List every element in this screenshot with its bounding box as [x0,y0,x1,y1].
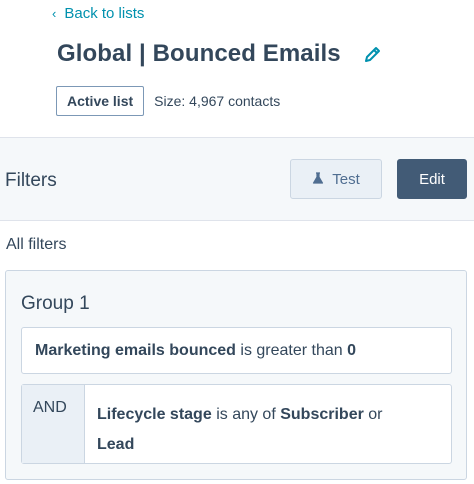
test-button[interactable]: Test [290,159,382,199]
filters-title: Filters [5,170,57,191]
list-size: Size: 4,967 contacts [154,93,281,109]
back-to-lists-label: Back to lists [64,5,145,22]
filter-operator: is any of [216,406,276,423]
pencil-icon[interactable] [363,44,383,64]
chevron-left-icon: ‹ [52,6,57,21]
filter-value: 0 [347,341,357,359]
and-filter-card[interactable]: AND Lifecycle stage is any of Subscriber… [21,384,452,464]
filter-property: Lifecycle stage [97,406,212,423]
filter-group: Group 1 Marketing emails bounced is grea… [5,270,467,480]
filter-joiner: or [368,406,383,423]
filter-value: Lead [97,436,135,453]
edit-button-label: Edit [419,170,445,188]
list-meta: Active list Size: 4,967 contacts [56,86,280,116]
and-conjunction: AND [22,385,85,463]
title-row: Global | Bounced Emails [57,40,383,68]
group-title: Group 1 [21,293,90,314]
all-filters-label: All filters [6,236,67,253]
flask-icon [312,171,324,188]
test-button-label: Test [332,170,360,188]
filters-header: Filters Test Edit [0,137,474,221]
back-to-lists-link[interactable]: ‹ Back to lists [52,5,144,22]
list-type-badge: Active list [56,86,145,116]
page-title: Global | Bounced Emails [57,40,341,67]
filter-property: Marketing emails bounced [35,341,236,359]
filter-text: Lifecycle stage is any of Subscriber or … [85,385,451,463]
filter-card[interactable]: Marketing emails bounced is greater than… [21,327,452,374]
filter-value: Subscriber [280,406,364,423]
filter-operator: is greater than [240,341,343,359]
edit-button[interactable]: Edit [397,159,467,199]
filter-text: Marketing emails bounced is greater than… [35,342,356,360]
